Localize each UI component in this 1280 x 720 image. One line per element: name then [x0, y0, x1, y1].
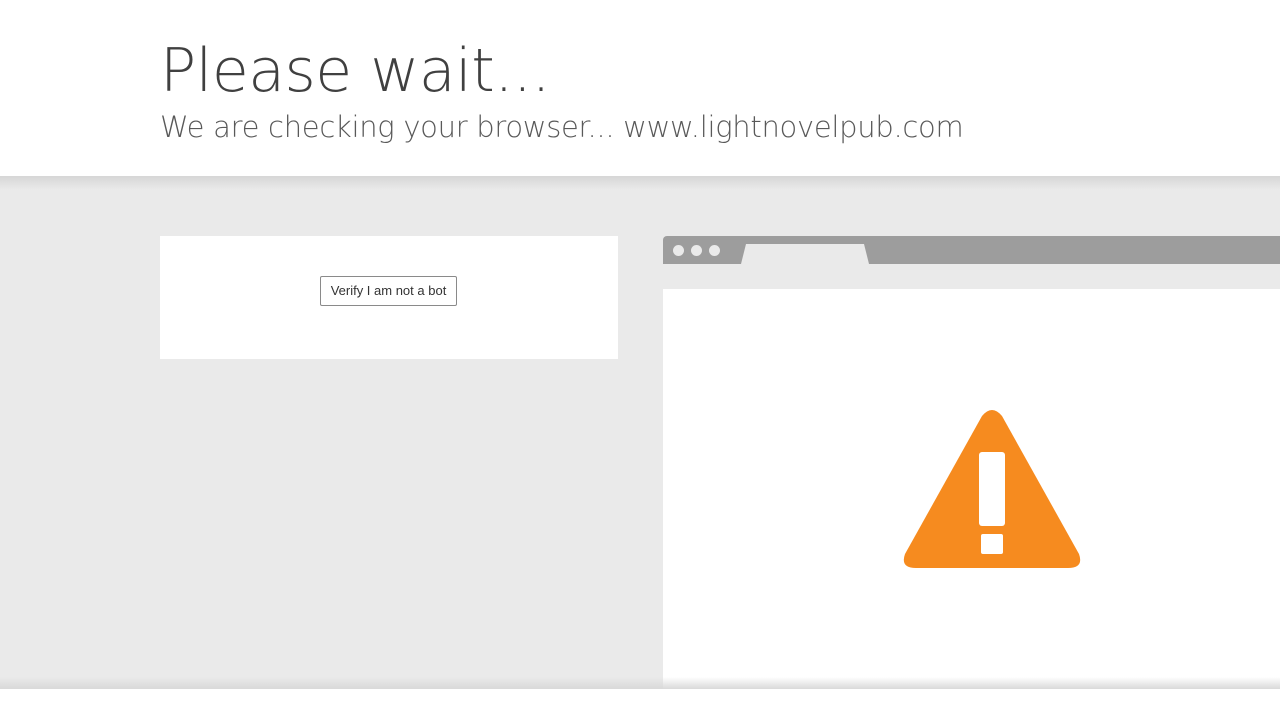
browser-illustration: [663, 236, 1280, 689]
verify-card: Verify I am not a bot: [160, 236, 618, 359]
page-header: Please wait... We are checking your brow…: [0, 0, 1280, 176]
band-shadow-top: [0, 176, 1280, 190]
window-dot-icon: [691, 245, 702, 256]
browser-viewport: [663, 289, 1280, 689]
band-shadow-bottom: [0, 677, 1280, 689]
content-band: Verify I am not a bot: [0, 176, 1280, 689]
page-title: Please wait...: [160, 36, 551, 106]
page-subtitle: We are checking your browser... www.ligh…: [160, 110, 964, 144]
verify-not-bot-button[interactable]: Verify I am not a bot: [320, 276, 457, 306]
browser-title-bar: [663, 236, 1280, 264]
browser-address-strip: [663, 264, 1280, 289]
browser-tab: [741, 244, 869, 264]
window-dot-icon: [709, 245, 720, 256]
warning-icon: [903, 410, 1081, 568]
window-dot-icon: [673, 245, 684, 256]
